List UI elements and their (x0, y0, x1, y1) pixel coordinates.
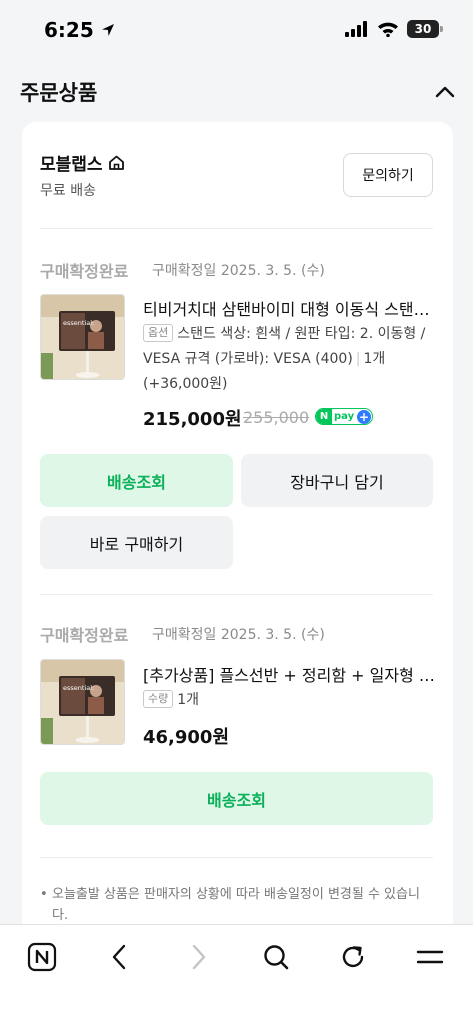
product-price: 215,000원 (143, 409, 242, 430)
back-button[interactable] (104, 941, 136, 973)
battery-level: 30 (414, 22, 432, 36)
order-status: 구매확정완료 (40, 262, 129, 281)
menu-button[interactable] (414, 941, 446, 973)
product-option: 수량 1개 (143, 688, 433, 713)
status-time-text: 6:25 (44, 18, 94, 42)
product-option: 옵션 스탠드 색상: 흰색 / 원판 타입: 2. 이동형 / VESA 규격 (… (143, 322, 433, 397)
shipping-fee: 무료 배송 (40, 183, 96, 199)
status-time: 6:25 (44, 18, 116, 42)
chevron-up-icon[interactable] (433, 80, 457, 104)
npay-n-icon: N (316, 409, 332, 424)
npay-badge: N pay + (315, 408, 373, 425)
chevron-right-icon (192, 944, 206, 970)
naver-home-button[interactable] (26, 941, 58, 973)
store-home-icon (108, 155, 124, 170)
search-button[interactable] (260, 941, 292, 973)
menu-icon (416, 950, 444, 964)
npay-plus-icon: + (357, 409, 371, 424)
npay-text: pay (334, 411, 355, 422)
forward-button[interactable] (182, 941, 214, 973)
product-image: essential: (41, 295, 124, 379)
track-delivery-button[interactable]: 배송조회 (40, 454, 233, 507)
divider (40, 857, 433, 858)
order-card: 모블랩스 무료 배송 문의하기 구매확정완료 구매확정일 2025. 3. 5.… (22, 122, 453, 924)
battery-icon: 30 (407, 20, 443, 38)
confirm-date: 구매확정일 2025. 3. 5. (수) (152, 263, 325, 279)
naver-n-icon (27, 942, 57, 972)
wifi-icon (378, 22, 398, 37)
shipping-notice: 오늘출발 상품은 판매자의 상황에 따라 배송일정이 변경될 수 있습니다. (40, 884, 435, 924)
refresh-icon (342, 946, 364, 968)
status-bar: 6:25 30 (0, 0, 473, 62)
add-to-cart-button[interactable]: 장바구니 담기 (241, 454, 433, 507)
product-price: 46,900원 (143, 727, 230, 748)
cellular-signal-icon (345, 21, 367, 37)
seller-name-text: 모블랩스 (40, 155, 103, 175)
product-name[interactable]: [추가상품] 플스선반 + 정리함 + 일자형 리모컨 거치대 (143, 662, 435, 686)
option-tag: 옵션 (143, 324, 174, 342)
product-image: essential: (41, 660, 124, 744)
browser-toolbar (0, 924, 473, 1024)
original-price: 255,000 (243, 408, 310, 427)
status-icons: 30 (345, 20, 443, 38)
option-quantity: 1개 (177, 692, 200, 708)
thumbnail-brand: essential: (63, 319, 94, 327)
confirm-date: 구매확정일 2025. 3. 5. (수) (152, 627, 325, 643)
search-icon (264, 945, 289, 970)
inquiry-button[interactable]: 문의하기 (343, 153, 433, 197)
option-separator: | (355, 351, 361, 367)
divider (40, 228, 433, 229)
product-name[interactable]: 티비거치대 삼탠바이미 대형 이동식 스탠드 무선 자가 배송 (143, 296, 435, 320)
section-title: 주문상품 (20, 81, 98, 105)
buy-now-button[interactable]: 바로 구매하기 (40, 516, 233, 569)
section-header[interactable]: 주문상품 (0, 62, 473, 122)
track-delivery-button[interactable]: 배송조회 (40, 772, 433, 825)
thumbnail-brand: essential: (63, 684, 94, 692)
order-status: 구매확정완료 (40, 626, 129, 645)
quantity-tag: 수량 (143, 690, 174, 708)
product-thumbnail[interactable]: essential: (40, 659, 125, 745)
page-content: 주문상품 모블랩스 무료 배송 문의하기 구매확정완료 구매확정일 2025. … (0, 62, 473, 924)
divider (40, 594, 433, 595)
location-arrow-icon (101, 24, 114, 36)
product-thumbnail[interactable]: essential: (40, 294, 125, 380)
seller-name[interactable]: 모블랩스 (40, 150, 125, 175)
refresh-button[interactable] (337, 941, 369, 973)
chevron-left-icon (112, 944, 126, 970)
